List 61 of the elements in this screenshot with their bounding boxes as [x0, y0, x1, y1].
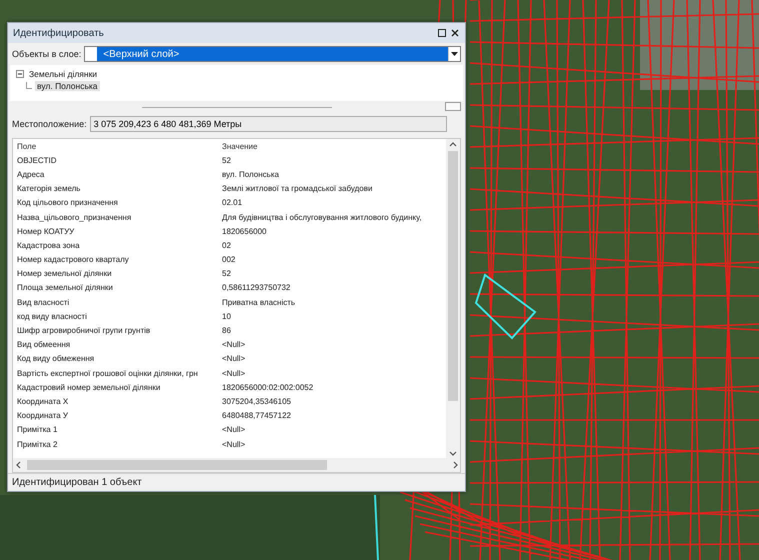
- field-value-cell-text: 1820656000:02:002:0052: [221, 382, 314, 394]
- field-name-cell-text: Код виду обмеження: [16, 353, 96, 366]
- field-name-cell-text: Назва_цільового_призначення: [16, 212, 132, 224]
- field-value-cell-text: 52: [221, 268, 232, 280]
- field-value-cell-text: 52: [221, 154, 232, 167]
- field-value-cell-text: 002: [221, 254, 236, 266]
- field-value-cell-text: вул. Полонська: [221, 168, 280, 181]
- field-name-cell-text: Вид обмеення: [16, 339, 72, 352]
- collapse-icon[interactable]: [16, 70, 24, 78]
- field-name-cell-text: Примітка 2: [16, 438, 58, 451]
- horizontal-scrollbar[interactable]: [13, 458, 460, 472]
- field-value-cell-text: <Null>: [221, 368, 246, 380]
- field-value-cell-text: 3075204,35346105: [221, 396, 292, 408]
- field-value-cell-text: <Null>: [221, 353, 246, 366]
- vertical-scrollbar[interactable]: [446, 139, 460, 458]
- field-name-cell-text: Координата У: [16, 410, 69, 422]
- field-value-cell-text: <Null>: [221, 339, 246, 352]
- location-label: Местоположение:: [12, 119, 87, 129]
- field-name-cell-text: Площа земельної ділянки: [16, 282, 114, 294]
- location-field[interactable]: 3 075 209,423 6 480 481,369 Метры: [90, 116, 447, 132]
- field-value-cell-text: Для будівництва і обслуговування житлового будинку,: [221, 212, 423, 224]
- field-value-cell-text: <Null>: [221, 424, 246, 436]
- field-value-cell-text: 0,58611293750732: [221, 282, 292, 294]
- field-value-cell-text: 6480488,77457122: [221, 410, 292, 422]
- status-text: Идентифицирован 1 объект: [12, 477, 142, 488]
- tree-item[interactable]: вул. Полонська: [35, 81, 100, 91]
- column-header[interactable]: Поле: [13, 139, 218, 154]
- field-name-cell-text: Вид власності: [16, 296, 70, 309]
- field-name-cell-text: OBJECTID: [16, 154, 58, 167]
- tree-connector-icon: [26, 82, 32, 90]
- field-name-cell-text: Код цільового призначення: [16, 197, 119, 210]
- layout-toggle-button[interactable]: [445, 102, 461, 111]
- field-value-cell-text: 86: [221, 325, 232, 338]
- field-value-cell-text: 02.01: [221, 197, 244, 210]
- field-value-cell-text: 02: [221, 240, 232, 252]
- close-button[interactable]: [450, 28, 460, 38]
- tree-item[interactable]: Земельні ділянки: [27, 69, 100, 79]
- layer-dropdown[interactable]: <Верхний слой>: [84, 46, 461, 62]
- dropdown-value: <Верхний слой>: [97, 47, 448, 61]
- field-value-cell-text: Приватна власність: [221, 296, 296, 309]
- field-name-cell-text: Координата X: [16, 396, 70, 408]
- field-value-cell-text: <Null>: [221, 438, 246, 451]
- field-name-cell-text: Кадастровий номер земельної ділянки: [16, 382, 162, 394]
- field-value-cell-text: 10: [221, 310, 232, 323]
- field-name-cell-text: Номер кадастрового кварталу: [16, 254, 130, 266]
- field-value-cell-text: 1820656000: [221, 226, 268, 238]
- maximize-button[interactable]: [437, 28, 447, 38]
- field-value-cell-text: Землі житлової та громадської забудови: [221, 183, 374, 196]
- field-name-cell-text: Шифр агровиробничої групи грунтів: [16, 325, 152, 338]
- window-title: Идентифицировать: [13, 28, 104, 38]
- field-name-cell-text: Номер КОАТУУ: [16, 226, 76, 238]
- layer-label: Объекты в слое:: [12, 49, 82, 59]
- field-name-cell-text: Адреса: [16, 168, 46, 181]
- column-header[interactable]: Значение: [218, 139, 446, 154]
- field-name-cell-text: код виду власності: [16, 310, 88, 323]
- dropdown-arrow-icon: [451, 52, 458, 56]
- field-name-cell-text: Примітка 1: [16, 424, 58, 436]
- field-name-cell-text: Кадастрова зона: [16, 240, 81, 252]
- field-name-cell-text: Категорія земель: [16, 183, 82, 196]
- field-name-cell-text: Номер земельної ділянки: [16, 268, 113, 280]
- field-name-cell-text: Вартість експертної грошової оцінки ділянки, грн: [16, 368, 199, 380]
